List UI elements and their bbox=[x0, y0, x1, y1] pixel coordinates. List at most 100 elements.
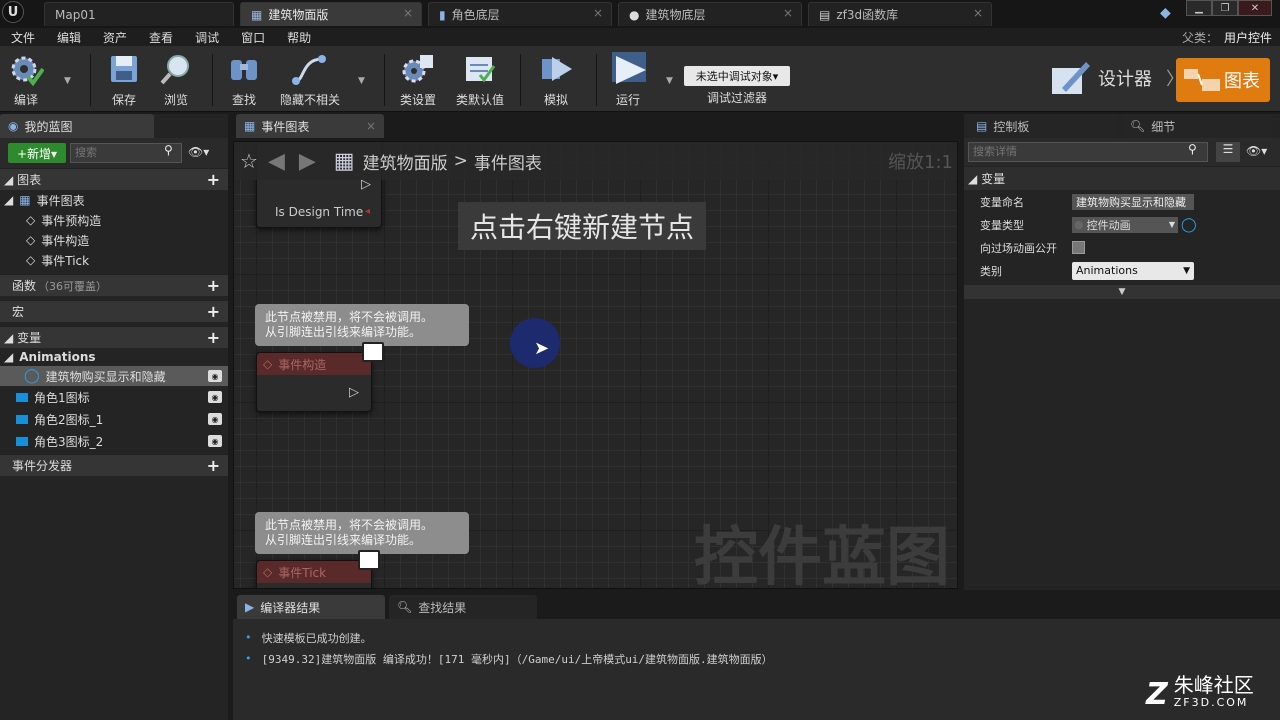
variable-item-selected[interactable]: ◯ 建筑物购买显示和隐藏 ◉ bbox=[0, 366, 228, 386]
menu-debug[interactable]: 调试 bbox=[184, 29, 230, 46]
add-macro-icon[interactable]: + bbox=[207, 302, 220, 321]
tree-item-event-preconstruct[interactable]: ◇ 事件预构造 bbox=[0, 210, 228, 230]
variable-item[interactable]: 角色1图标 ◉ bbox=[0, 386, 228, 408]
add-new-button[interactable]: +新增▾ bbox=[8, 143, 66, 163]
category-dropdown[interactable]: Animations ▼ bbox=[1072, 261, 1194, 280]
variable-item[interactable]: 角色3图标_2 ◉ bbox=[0, 430, 228, 452]
property-matrix-icon[interactable]: ☰ bbox=[1216, 142, 1240, 162]
tab-character-base[interactable]: ▮ 角色底层 × bbox=[428, 2, 612, 26]
variable-item[interactable]: 角色2图标_1 ◉ bbox=[0, 408, 228, 430]
hide-unrelated-button[interactable]: 隐藏不相关 bbox=[280, 50, 340, 108]
tab-label: 查找结果 bbox=[418, 600, 467, 615]
compile-button[interactable]: 编译 bbox=[8, 50, 44, 108]
save-button[interactable]: 保存 bbox=[106, 50, 142, 108]
section-variable[interactable]: ◢ 变量 bbox=[964, 166, 1280, 190]
simulate-button[interactable]: 模拟 bbox=[538, 50, 574, 108]
tab-palette[interactable]: ▤ 控制板 bbox=[968, 114, 1118, 138]
hide-unrelated-label: 隐藏不相关 bbox=[280, 93, 341, 107]
menu-window[interactable]: 窗口 bbox=[230, 29, 276, 46]
menu-view[interactable]: 查看 bbox=[138, 29, 184, 46]
tab-building-base[interactable]: ● 建筑物底层 × bbox=[618, 2, 802, 26]
minimize-button[interactable]: ▁ bbox=[1186, 0, 1212, 16]
menu-edit[interactable]: 编辑 bbox=[46, 29, 92, 46]
tab-compiler-results[interactable]: ▶ 编译器结果 bbox=[237, 595, 385, 619]
blueprint-head-icon: ◉ bbox=[8, 119, 19, 133]
run-label: 运行 bbox=[615, 93, 640, 107]
close-icon[interactable]: × bbox=[973, 6, 983, 20]
bool-pin-icon[interactable]: ◂ bbox=[365, 206, 370, 217]
view-options-eye-icon[interactable]: 👁▾ bbox=[1246, 144, 1267, 158]
tree-item-event-tick[interactable]: ◇ 事件Tick bbox=[0, 250, 228, 270]
graph-mode-button[interactable]: 图表 bbox=[1176, 58, 1270, 102]
compile-options-caret[interactable]: ▼ bbox=[64, 76, 71, 86]
browse-button[interactable]: 浏览 bbox=[158, 50, 194, 108]
container-type-icon[interactable]: ◯ bbox=[1181, 217, 1197, 233]
tree-item-event-graph[interactable]: ◢ ▦ 事件图表 bbox=[0, 190, 228, 210]
breadcrumb-root[interactable]: 建筑物面版 bbox=[363, 149, 448, 174]
tab-details[interactable]: 🔍︎ 细节 bbox=[1122, 114, 1272, 138]
event-construct-node[interactable]: ◇ 事件构造 ▷ bbox=[256, 352, 372, 412]
section-variables[interactable]: ◢ 变量 + bbox=[0, 326, 228, 348]
tab-event-graph[interactable]: ▦ 事件图表 × bbox=[236, 114, 384, 138]
details-search-input[interactable] bbox=[968, 142, 1208, 162]
add-function-icon[interactable]: + bbox=[207, 276, 220, 295]
back-arrow-icon[interactable]: ◀ bbox=[268, 149, 285, 174]
variable-type-dropdown[interactable]: ● 控件动画 ▼ bbox=[1072, 216, 1178, 233]
tree-item-event-construct[interactable]: ◇ 事件构造 bbox=[0, 230, 228, 250]
tab-find-results[interactable]: 🔍︎ 查找结果 bbox=[389, 595, 537, 619]
visibility-eye-icon[interactable]: ◉ bbox=[208, 435, 222, 447]
close-icon[interactable]: × bbox=[366, 119, 376, 133]
close-icon[interactable]: × bbox=[403, 6, 413, 20]
menu-file[interactable]: 文件 bbox=[0, 29, 46, 46]
tab-my-blueprint[interactable]: ◉ 我的蓝图 bbox=[0, 114, 154, 138]
add-variable-icon[interactable]: + bbox=[207, 328, 220, 347]
advanced-expand-button[interactable]: ▼ bbox=[964, 285, 1280, 299]
favorite-star-icon[interactable]: ☆ bbox=[240, 149, 258, 173]
collapse-arrow-icon: ◢ bbox=[4, 193, 14, 207]
unreal-logo-icon[interactable]: U bbox=[2, 1, 24, 23]
menu-help[interactable]: 帮助 bbox=[276, 29, 322, 46]
event-graph-canvas[interactable]: ▷ Is Design Time ◂ ☆ ◀ ▶ ▦ 建筑物面版 > 事件图表 … bbox=[233, 141, 958, 589]
find-button[interactable]: 查找 bbox=[226, 50, 262, 108]
section-macros[interactable]: 宏 + bbox=[0, 300, 228, 322]
debug-object-select[interactable]: 未选中调试对象▾ bbox=[684, 66, 790, 86]
class-defaults-label: 类默认值 bbox=[456, 93, 505, 107]
section-graphs[interactable]: ◢ 图表 + bbox=[0, 168, 228, 190]
view-options-eye-icon[interactable]: 👁▾ bbox=[188, 145, 209, 159]
class-settings-button[interactable]: 类设置 bbox=[400, 50, 436, 108]
menu-asset[interactable]: 资产 bbox=[92, 29, 138, 46]
variable-name-input[interactable]: 建筑物购买显示和隐藏 bbox=[1072, 193, 1194, 210]
forward-arrow-icon[interactable]: ▶ bbox=[299, 149, 316, 174]
tab-building-panel[interactable]: ▦ 建筑物面版 × bbox=[240, 2, 422, 26]
run-options-caret[interactable]: ▼ bbox=[666, 76, 673, 86]
class-defaults-icon bbox=[462, 50, 498, 88]
tab-map01[interactable]: Map01 bbox=[44, 2, 234, 26]
close-window-button[interactable]: ✕ bbox=[1238, 0, 1272, 16]
visibility-eye-icon[interactable]: ◉ bbox=[208, 391, 222, 403]
visibility-eye-icon[interactable]: ◉ bbox=[208, 413, 222, 425]
breadcrumb-leaf[interactable]: 事件图表 bbox=[474, 149, 542, 174]
designer-mode-button[interactable]: 设计器 〉 bbox=[1048, 58, 1184, 98]
tab-function-library[interactable]: ▤ zf3d函数库 × bbox=[808, 2, 992, 26]
section-functions[interactable]: 函数 （36可覆盖） + bbox=[0, 274, 228, 296]
marketplace-icon[interactable]: ◆ bbox=[1160, 5, 1171, 21]
variable-category-animations[interactable]: ◢ Animations bbox=[0, 348, 228, 366]
close-icon[interactable]: × bbox=[593, 6, 603, 20]
compile-label: 编译 bbox=[13, 93, 38, 107]
exec-pin-icon[interactable]: ▷ bbox=[349, 385, 359, 400]
hide-unrelated-caret[interactable]: ▼ bbox=[358, 76, 365, 86]
class-defaults-button[interactable]: 类默认值 bbox=[456, 50, 504, 108]
close-icon[interactable]: × bbox=[783, 6, 793, 20]
run-button[interactable]: 运行 bbox=[610, 50, 646, 108]
maximize-button[interactable]: ❐ bbox=[1212, 0, 1238, 16]
parent-class-value[interactable]: 用户控件 bbox=[1224, 31, 1272, 45]
section-event-dispatchers[interactable]: 事件分发器 + bbox=[0, 454, 228, 476]
play-icon bbox=[610, 50, 646, 88]
add-graph-icon[interactable]: + bbox=[207, 170, 220, 189]
add-dispatcher-icon[interactable]: + bbox=[207, 456, 220, 475]
expose-cinematics-checkbox[interactable] bbox=[1072, 241, 1085, 254]
separator bbox=[520, 54, 521, 106]
tab-label: 事件图表 bbox=[261, 119, 310, 134]
visibility-eye-icon[interactable]: ◉ bbox=[208, 370, 222, 382]
event-tick-node[interactable]: ◇ 事件Tick bbox=[256, 560, 372, 588]
